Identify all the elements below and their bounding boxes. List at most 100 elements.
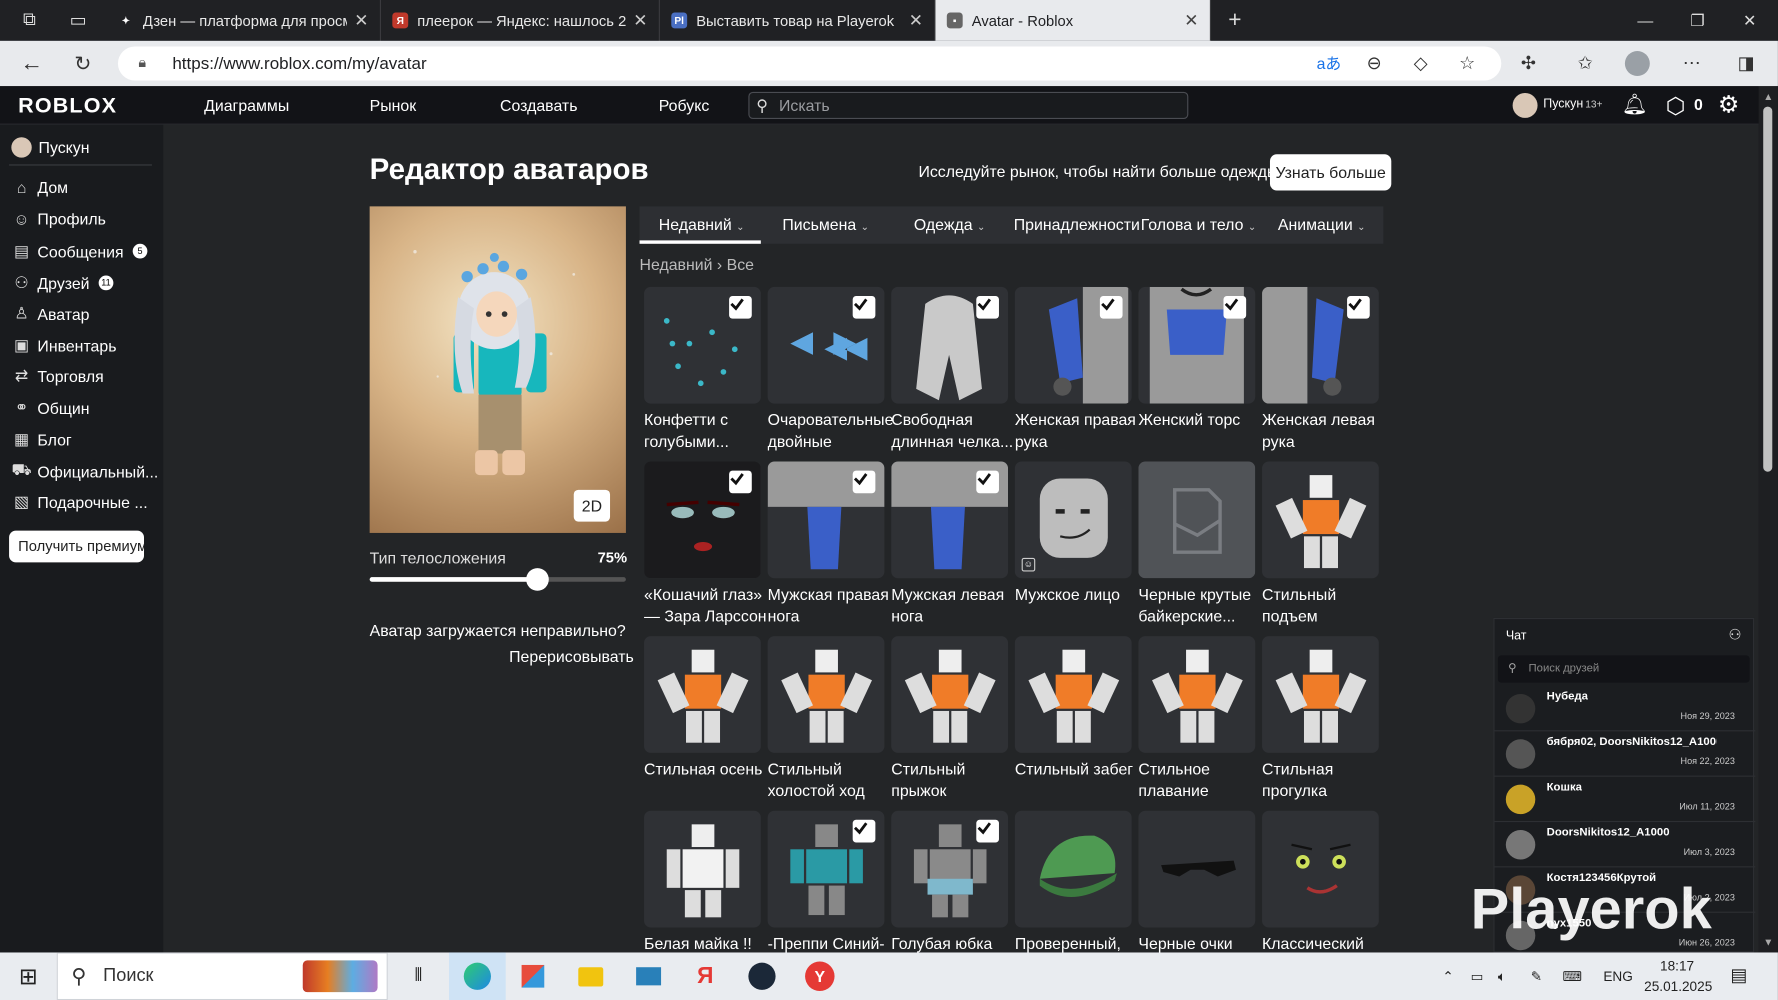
nav-link-robux[interactable]: Робукс bbox=[659, 96, 709, 114]
item-thumbnail[interactable] bbox=[644, 286, 761, 404]
close-window-button[interactable]: ✕ bbox=[1724, 0, 1776, 41]
chat-conversation[interactable]: Нубеда Ноя 29, 2023 bbox=[1494, 686, 1756, 732]
item-thumbnail[interactable] bbox=[1138, 461, 1256, 579]
item-thumbnail[interactable] bbox=[767, 461, 885, 579]
browser-tab-4[interactable]: ▪ Avatar - Roblox ✕ bbox=[935, 0, 1212, 41]
battery-icon[interactable]: ▭ bbox=[1471, 952, 1484, 1000]
checkmark-icon[interactable] bbox=[852, 819, 876, 843]
tab-head-body[interactable]: Голова и тело ⌄ bbox=[1141, 206, 1257, 243]
chevron-up-icon[interactable]: ⌃ bbox=[1442, 952, 1453, 1000]
search-input[interactable]: ⚲ Искать bbox=[748, 91, 1189, 120]
language-indicator[interactable]: ENG bbox=[1603, 952, 1632, 1000]
item-thumbnail[interactable] bbox=[891, 810, 1009, 928]
item-thumbnail[interactable] bbox=[1262, 286, 1379, 404]
body-type-slider[interactable] bbox=[369, 568, 626, 591]
item-thumbnail[interactable] bbox=[1138, 286, 1256, 404]
checkmark-icon[interactable] bbox=[1223, 295, 1247, 319]
clock-time[interactable]: 18:17 bbox=[1660, 958, 1694, 974]
tab-actions-icon[interactable]: ▭ bbox=[65, 7, 92, 34]
chat-conversation[interactable]: Кошка Июл 11, 2023 bbox=[1494, 777, 1756, 823]
pen-icon[interactable]: ✎ bbox=[1531, 952, 1542, 1000]
close-icon[interactable]: ✕ bbox=[354, 10, 368, 30]
get-premium-button[interactable]: Получить премиум bbox=[9, 530, 145, 563]
checkmark-icon[interactable] bbox=[729, 470, 752, 494]
notification-center-icon[interactable]: ▤ bbox=[1730, 952, 1747, 1000]
task-view-icon[interactable]: ⫴ bbox=[399, 959, 438, 993]
tab-accessories[interactable]: Принадлежности bbox=[1014, 206, 1140, 243]
item-thumbnail[interactable] bbox=[767, 286, 885, 404]
username[interactable]: Пускун bbox=[1543, 98, 1583, 112]
sidebar-item-profile[interactable]: ☺ Профиль bbox=[11, 210, 106, 228]
nav-link-marketplace[interactable]: Рынок bbox=[370, 96, 417, 114]
checkmark-icon[interactable] bbox=[852, 295, 876, 319]
item-name[interactable]: Мужская правая нога bbox=[768, 584, 893, 627]
learn-more-button[interactable]: Узнать больше bbox=[1269, 154, 1392, 191]
zoom-icon[interactable]: ⊖ bbox=[1361, 50, 1388, 77]
steam-icon[interactable] bbox=[743, 959, 782, 993]
view-2d-button[interactable]: 2D bbox=[573, 489, 611, 522]
scroll-thumb[interactable] bbox=[1763, 106, 1773, 472]
item-name[interactable]: Мужская левая нога bbox=[891, 584, 1016, 627]
item-thumbnail[interactable] bbox=[891, 636, 1009, 753]
settings-gear-icon[interactable]: ⚙ bbox=[1718, 91, 1739, 119]
item-name[interactable]: Очаровательные двойные банты... bbox=[768, 409, 893, 452]
item-name[interactable]: Мужское лицо bbox=[1015, 584, 1140, 627]
page-scrollbar[interactable]: ▲ ▼ bbox=[1758, 86, 1778, 953]
sidebar-item-home[interactable]: ⌂ Дом bbox=[11, 178, 68, 196]
checkmark-icon[interactable] bbox=[976, 470, 999, 494]
item-name[interactable]: Конфетти с голубыми... bbox=[644, 409, 769, 452]
browser-tab-2[interactable]: Я плеерок — Яндекс: нашлось 23 тыс ✕ bbox=[381, 0, 660, 41]
item-thumbnail[interactable] bbox=[891, 461, 1009, 579]
scroll-down-arrow[interactable]: ▼ bbox=[1763, 937, 1773, 948]
browser-tab-1[interactable]: ✦ Дзен — платформа для просмотра ✕ bbox=[107, 0, 381, 41]
close-icon[interactable]: ✕ bbox=[909, 10, 923, 30]
item-thumbnail[interactable] bbox=[767, 810, 885, 928]
sidebar-item-blog[interactable]: ▦ Блог bbox=[11, 430, 72, 449]
chat-conversation[interactable]: DoorsNikitos12_A1000 Июл 3, 2023 bbox=[1494, 822, 1756, 868]
file-explorer-icon[interactable] bbox=[571, 959, 610, 993]
item-thumbnail[interactable] bbox=[644, 636, 761, 753]
tag-icon[interactable]: ◇ bbox=[1407, 50, 1434, 77]
user-avatar[interactable] bbox=[1512, 92, 1538, 118]
roblox-logo[interactable]: ROBLOX bbox=[18, 94, 117, 119]
notifications-icon[interactable]: 🔔︎ bbox=[1621, 93, 1647, 117]
item-thumbnail[interactable] bbox=[1138, 636, 1256, 753]
item-name[interactable]: Стильная осень bbox=[644, 759, 769, 802]
extensions-icon[interactable]: ✣ bbox=[1515, 50, 1542, 77]
sidebar-item-gift-card[interactable]: ▧ Подарочные ... bbox=[11, 492, 148, 511]
checkmark-icon[interactable] bbox=[1347, 295, 1370, 319]
avatar-preview[interactable]: 2D bbox=[369, 206, 626, 533]
favorites-icon[interactable]: ✩ bbox=[1572, 50, 1599, 77]
checkmark-icon[interactable] bbox=[1099, 295, 1123, 319]
item-name[interactable]: Женская левая рука bbox=[1262, 409, 1387, 452]
item-thumbnail[interactable] bbox=[1014, 286, 1132, 404]
store-icon[interactable] bbox=[514, 959, 553, 993]
item-thumbnail[interactable] bbox=[1262, 636, 1379, 753]
item-thumbnail[interactable] bbox=[1262, 461, 1379, 579]
item-thumbnail[interactable]: ☺ bbox=[1014, 461, 1132, 579]
yandex-icon[interactable]: Y bbox=[801, 959, 840, 993]
item-thumbnail[interactable] bbox=[1262, 810, 1379, 928]
chat-conversation[interactable]: бября02, DoorsNikitos12_A1000, Эй... Ноя … bbox=[1494, 731, 1756, 777]
profile-avatar-icon[interactable] bbox=[1624, 50, 1651, 77]
sidebar-item-friends[interactable]: ⚇ Друзей 11 bbox=[11, 273, 114, 292]
browser-tab-3[interactable]: Pl Выставить товар на Playerok ✕ bbox=[660, 0, 936, 41]
redraw-link[interactable]: Перерисовывать bbox=[509, 647, 634, 665]
sidebar-item-avatar[interactable]: ♙ Аватар bbox=[11, 304, 89, 323]
item-name[interactable]: Стильное плавание bbox=[1138, 759, 1263, 802]
windows-start-icon[interactable]: ⊞ bbox=[9, 959, 48, 993]
item-name[interactable]: Черные крутые байкерские... bbox=[1138, 584, 1263, 627]
item-thumbnail[interactable] bbox=[644, 461, 761, 579]
minimize-button[interactable]: — bbox=[1619, 0, 1671, 41]
sidebar-item-store[interactable]: ⛟ Официальный... bbox=[11, 460, 159, 482]
clock-date[interactable]: 25.01.2025 bbox=[1644, 979, 1712, 995]
sidebar-user[interactable]: Пускун bbox=[11, 137, 89, 158]
tab-clothing[interactable]: Одежда ⌄ bbox=[914, 206, 986, 243]
chat-search-input[interactable]: ⚲ Поиск друзей bbox=[1497, 655, 1750, 683]
item-name[interactable]: Стильная прогулка bbox=[1262, 759, 1387, 802]
url-field[interactable]: 🔒︎ https://www.roblox.com/my/avatar bbox=[117, 46, 1502, 81]
reload-icon[interactable]: ↻ bbox=[69, 50, 96, 77]
checkmark-icon[interactable] bbox=[976, 819, 999, 843]
sidebar-item-trade[interactable]: ⇄ Торговля bbox=[11, 366, 104, 385]
translate-icon[interactable]: aあ bbox=[1315, 50, 1342, 77]
